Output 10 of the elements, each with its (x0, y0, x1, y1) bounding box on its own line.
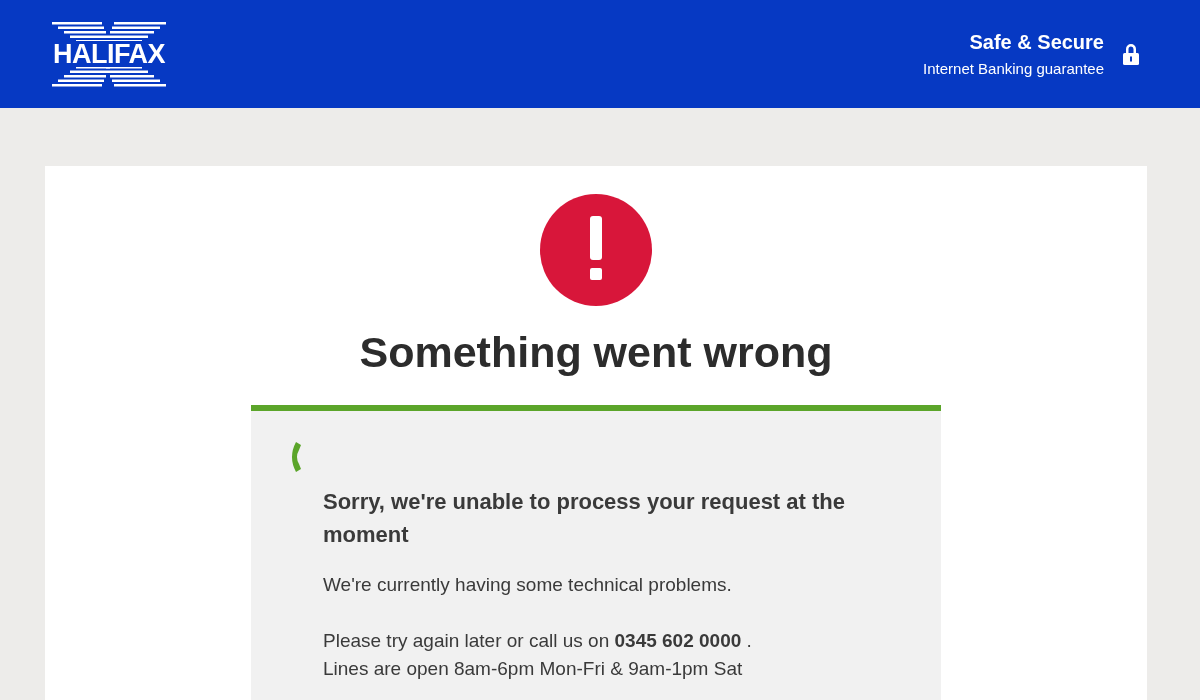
guarantee-title: Safe & Secure (969, 31, 1104, 54)
exclamation-icon (540, 194, 652, 306)
message-title: Sorry, we're unable to process your request at the moment (323, 488, 846, 549)
logo-text: HALIFAX (51, 41, 167, 67)
message-text: Lines are open 8am-6pm Mon-Fri & 9am-1pm Sat (323, 657, 744, 681)
error-heading: Something went wrong (359, 328, 833, 377)
message-text: We're currently having some technical problems. (323, 573, 733, 597)
guarantee-subtitle: Internet Banking guarantee (923, 60, 1104, 77)
message-text: Please try again later or call us on 0345 602 0000 . (323, 629, 753, 653)
lock-icon (1122, 42, 1140, 66)
